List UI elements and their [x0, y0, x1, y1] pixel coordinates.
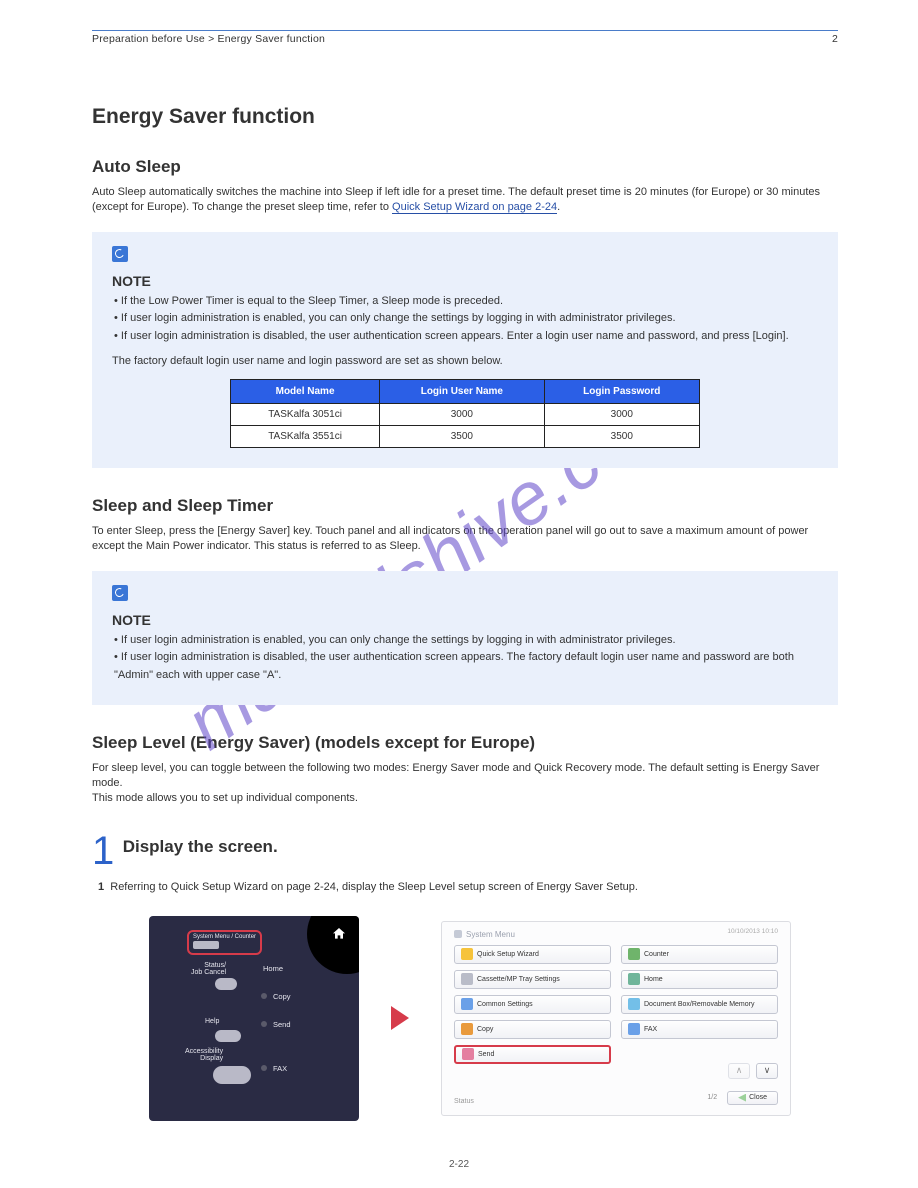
menu-item-counter[interactable]: Counter — [621, 945, 778, 964]
note-title-1: NOTE — [112, 273, 818, 289]
chapter-number: 2 — [832, 33, 838, 45]
page-title: Energy Saver function — [92, 105, 838, 129]
menu-item-quick-setup[interactable]: Quick Setup Wizard — [454, 945, 611, 964]
tray-icon — [461, 973, 473, 985]
table-header: Login User Name — [380, 379, 544, 403]
wizard-icon — [461, 948, 473, 960]
menu-timestamp: 10/10/2013 10:10 — [727, 928, 778, 935]
help-key[interactable] — [215, 1030, 241, 1042]
table-row: TASKalfa 3051ci 3000 3000 — [231, 403, 700, 425]
status-bar: Status — [454, 1098, 474, 1105]
note-box-1: NOTE If the Low Power Timer is equal to … — [92, 232, 838, 468]
copy-led-icon — [261, 993, 267, 999]
accessibility-key[interactable] — [213, 1066, 251, 1084]
note-icon — [112, 585, 128, 601]
step-number: 1 — [92, 829, 114, 873]
note-icon — [112, 246, 128, 262]
system-menu-screen: 10/10/2013 10:10 System Menu Quick Setup… — [441, 921, 791, 1116]
copy-icon — [461, 1023, 473, 1035]
system-menu-key-highlight[interactable]: System Menu / Counter — [187, 930, 262, 955]
status-label: Status/ Job Cancel — [191, 962, 226, 977]
menu-item-fax[interactable]: FAX — [621, 1020, 778, 1039]
home-icon — [331, 926, 347, 940]
send-label: Send — [273, 1020, 291, 1029]
status-key[interactable] — [215, 978, 237, 990]
section-auto-sleep-title: Auto Sleep — [92, 157, 838, 177]
menu-item-send-highlight[interactable]: Send — [454, 1045, 611, 1064]
note-box-2: NOTE If user login administration is ena… — [92, 571, 838, 705]
fax-led-icon — [261, 1065, 267, 1071]
menu-item-docbox[interactable]: Document Box/Removable Memory — [621, 995, 778, 1014]
step-instruction: 1 Referring to Quick Setup Wizard on pag… — [98, 880, 838, 896]
copy-label: Copy — [273, 992, 291, 1001]
quick-setup-link[interactable]: Quick Setup Wizard on page 2-24 — [392, 201, 557, 214]
table-header: Model Name — [231, 379, 380, 403]
step-title: Display the screen. — [123, 837, 278, 857]
section-sleep-levels-body: For sleep level, you can toggle between … — [92, 761, 838, 807]
page-up-button[interactable]: ∧ — [728, 1063, 750, 1079]
page-number: 2-22 — [0, 1159, 918, 1170]
send-icon — [462, 1048, 474, 1060]
login-table-caption: The factory default login user name and … — [112, 354, 818, 369]
accessibility-label: Accessibility Display — [185, 1048, 223, 1063]
login-table: Model Name Login User Name Login Passwor… — [230, 379, 700, 448]
home-icon — [628, 973, 640, 985]
close-button[interactable]: Close — [727, 1091, 778, 1105]
menu-item-home[interactable]: Home — [621, 970, 778, 989]
section-sleep-title: Sleep and Sleep Timer — [92, 496, 838, 516]
help-label: Help — [205, 1018, 219, 1026]
system-menu-button[interactable] — [193, 941, 219, 949]
table-row: TASKalfa 3551ci 3500 3500 — [231, 425, 700, 447]
home-label: Home — [263, 964, 283, 973]
page-down-button[interactable]: ∨ — [756, 1063, 778, 1079]
breadcrumb: Preparation before Use > Energy Saver fu… — [92, 33, 325, 45]
note-title-2: NOTE — [112, 612, 818, 628]
counter-icon — [628, 948, 640, 960]
fax-label: FAX — [273, 1064, 287, 1073]
fax-icon — [628, 1023, 640, 1035]
note-bullets-2: If user login administration is enabled,… — [112, 632, 818, 685]
arrow-right-icon — [391, 1006, 409, 1030]
page-indicator: 1/2 — [707, 1094, 717, 1101]
send-led-icon — [261, 1021, 267, 1027]
box-icon — [628, 998, 640, 1010]
section-auto-sleep-body: Auto Sleep automatically switches the ma… — [92, 185, 838, 216]
top-divider — [92, 30, 838, 31]
section-sleep-levels-title: Sleep Level (Energy Saver) (models excep… — [92, 733, 838, 753]
note-bullets-1: If the Low Power Timer is equal to the S… — [112, 293, 818, 346]
table-header: Login Password — [544, 379, 699, 403]
section-sleep-body: To enter Sleep, press the [Energy Saver]… — [92, 524, 838, 555]
menu-item-cassette[interactable]: Cassette/MP Tray Settings — [454, 970, 611, 989]
gear-icon — [461, 998, 473, 1010]
control-panel-illustration: System Menu / Counter Status/ Job Cancel… — [149, 916, 359, 1121]
menu-item-copy[interactable]: Copy — [454, 1020, 611, 1039]
menu-item-common[interactable]: Common Settings — [454, 995, 611, 1014]
